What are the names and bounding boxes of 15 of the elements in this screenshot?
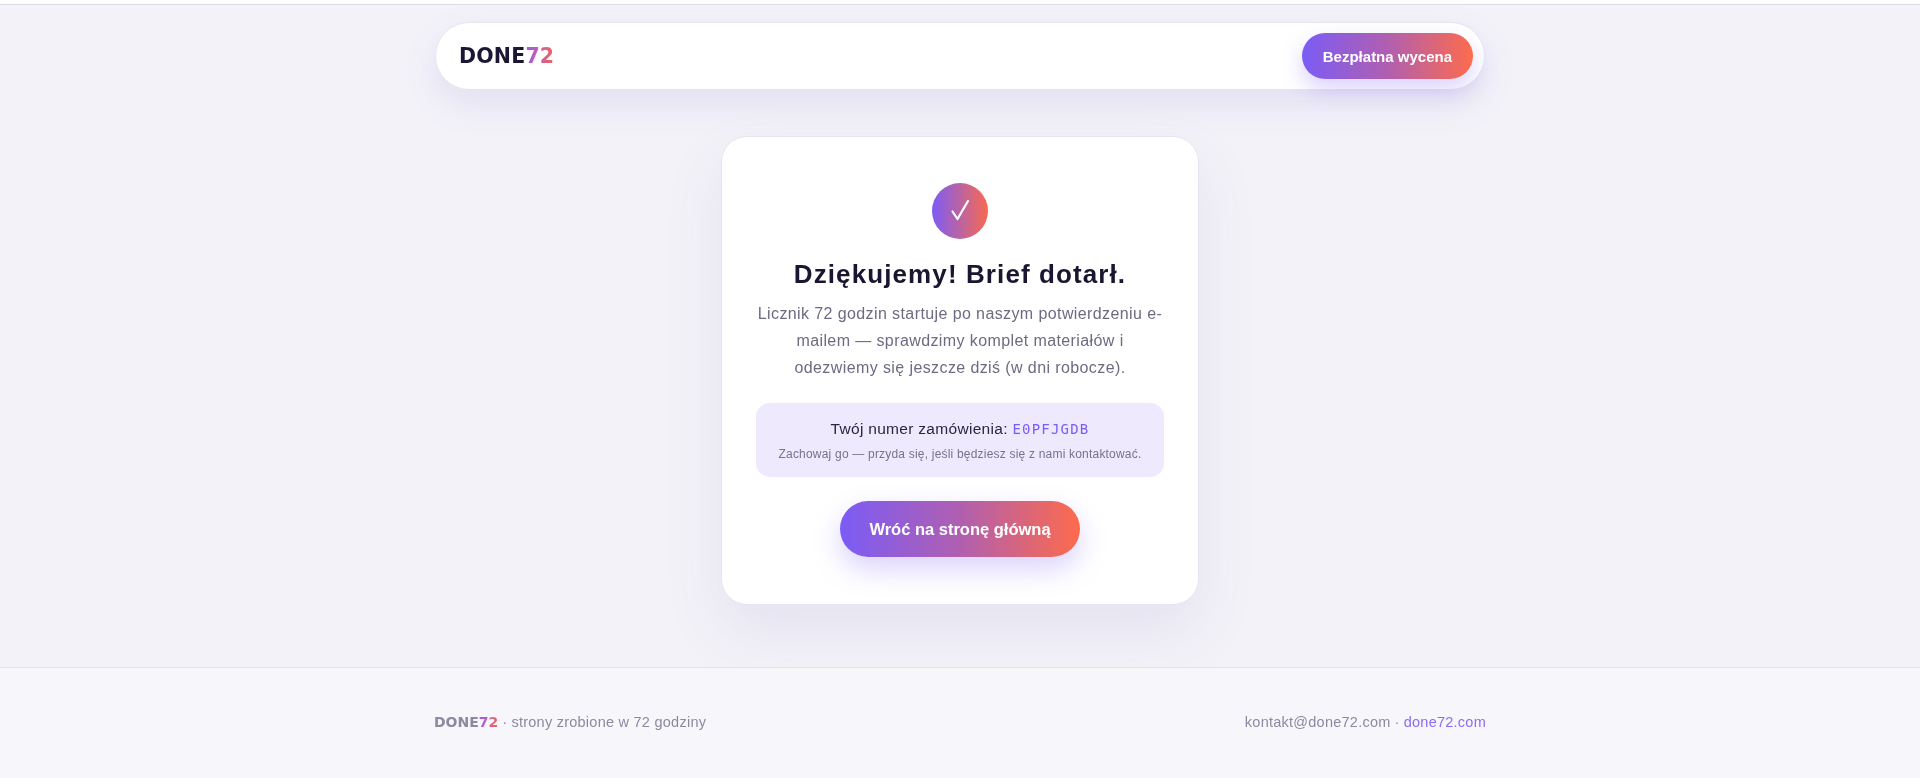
confirmation-title: Dziękujemy! Brief dotarł. (793, 258, 1127, 290)
order-number-label: Twój numer zamówienia: (830, 420, 1008, 437)
footer-tagline: strony zrobione w 72 godziny (511, 714, 707, 730)
check-circle-icon (932, 183, 988, 239)
logo[interactable]: DONE72 (459, 44, 555, 68)
separator: · (502, 714, 508, 730)
website-link[interactable]: done72.com (1403, 714, 1486, 730)
email-link[interactable]: kontakt@done72.com (1244, 714, 1391, 730)
separator: · (1394, 714, 1400, 730)
order-note: Zachowaj go — przyda się, jeśli będziesz się z nami kontaktować. (777, 446, 1143, 462)
free-quote-button[interactable]: Bezpłatna wycena (1301, 33, 1473, 79)
back-home-button[interactable]: Wróć na stronę główną (840, 501, 1080, 557)
order-number: E0PFJGDB (1012, 421, 1090, 437)
confirmation-message: Licznik 72 godzin startuje po naszym potwierdzeniu e-mailem — sprawdzimy komplet materiałów i odezwiemy się jeszcze dziś (w dni robocze). (756, 304, 1164, 378)
logo[interactable]: DONE72 (434, 714, 499, 730)
